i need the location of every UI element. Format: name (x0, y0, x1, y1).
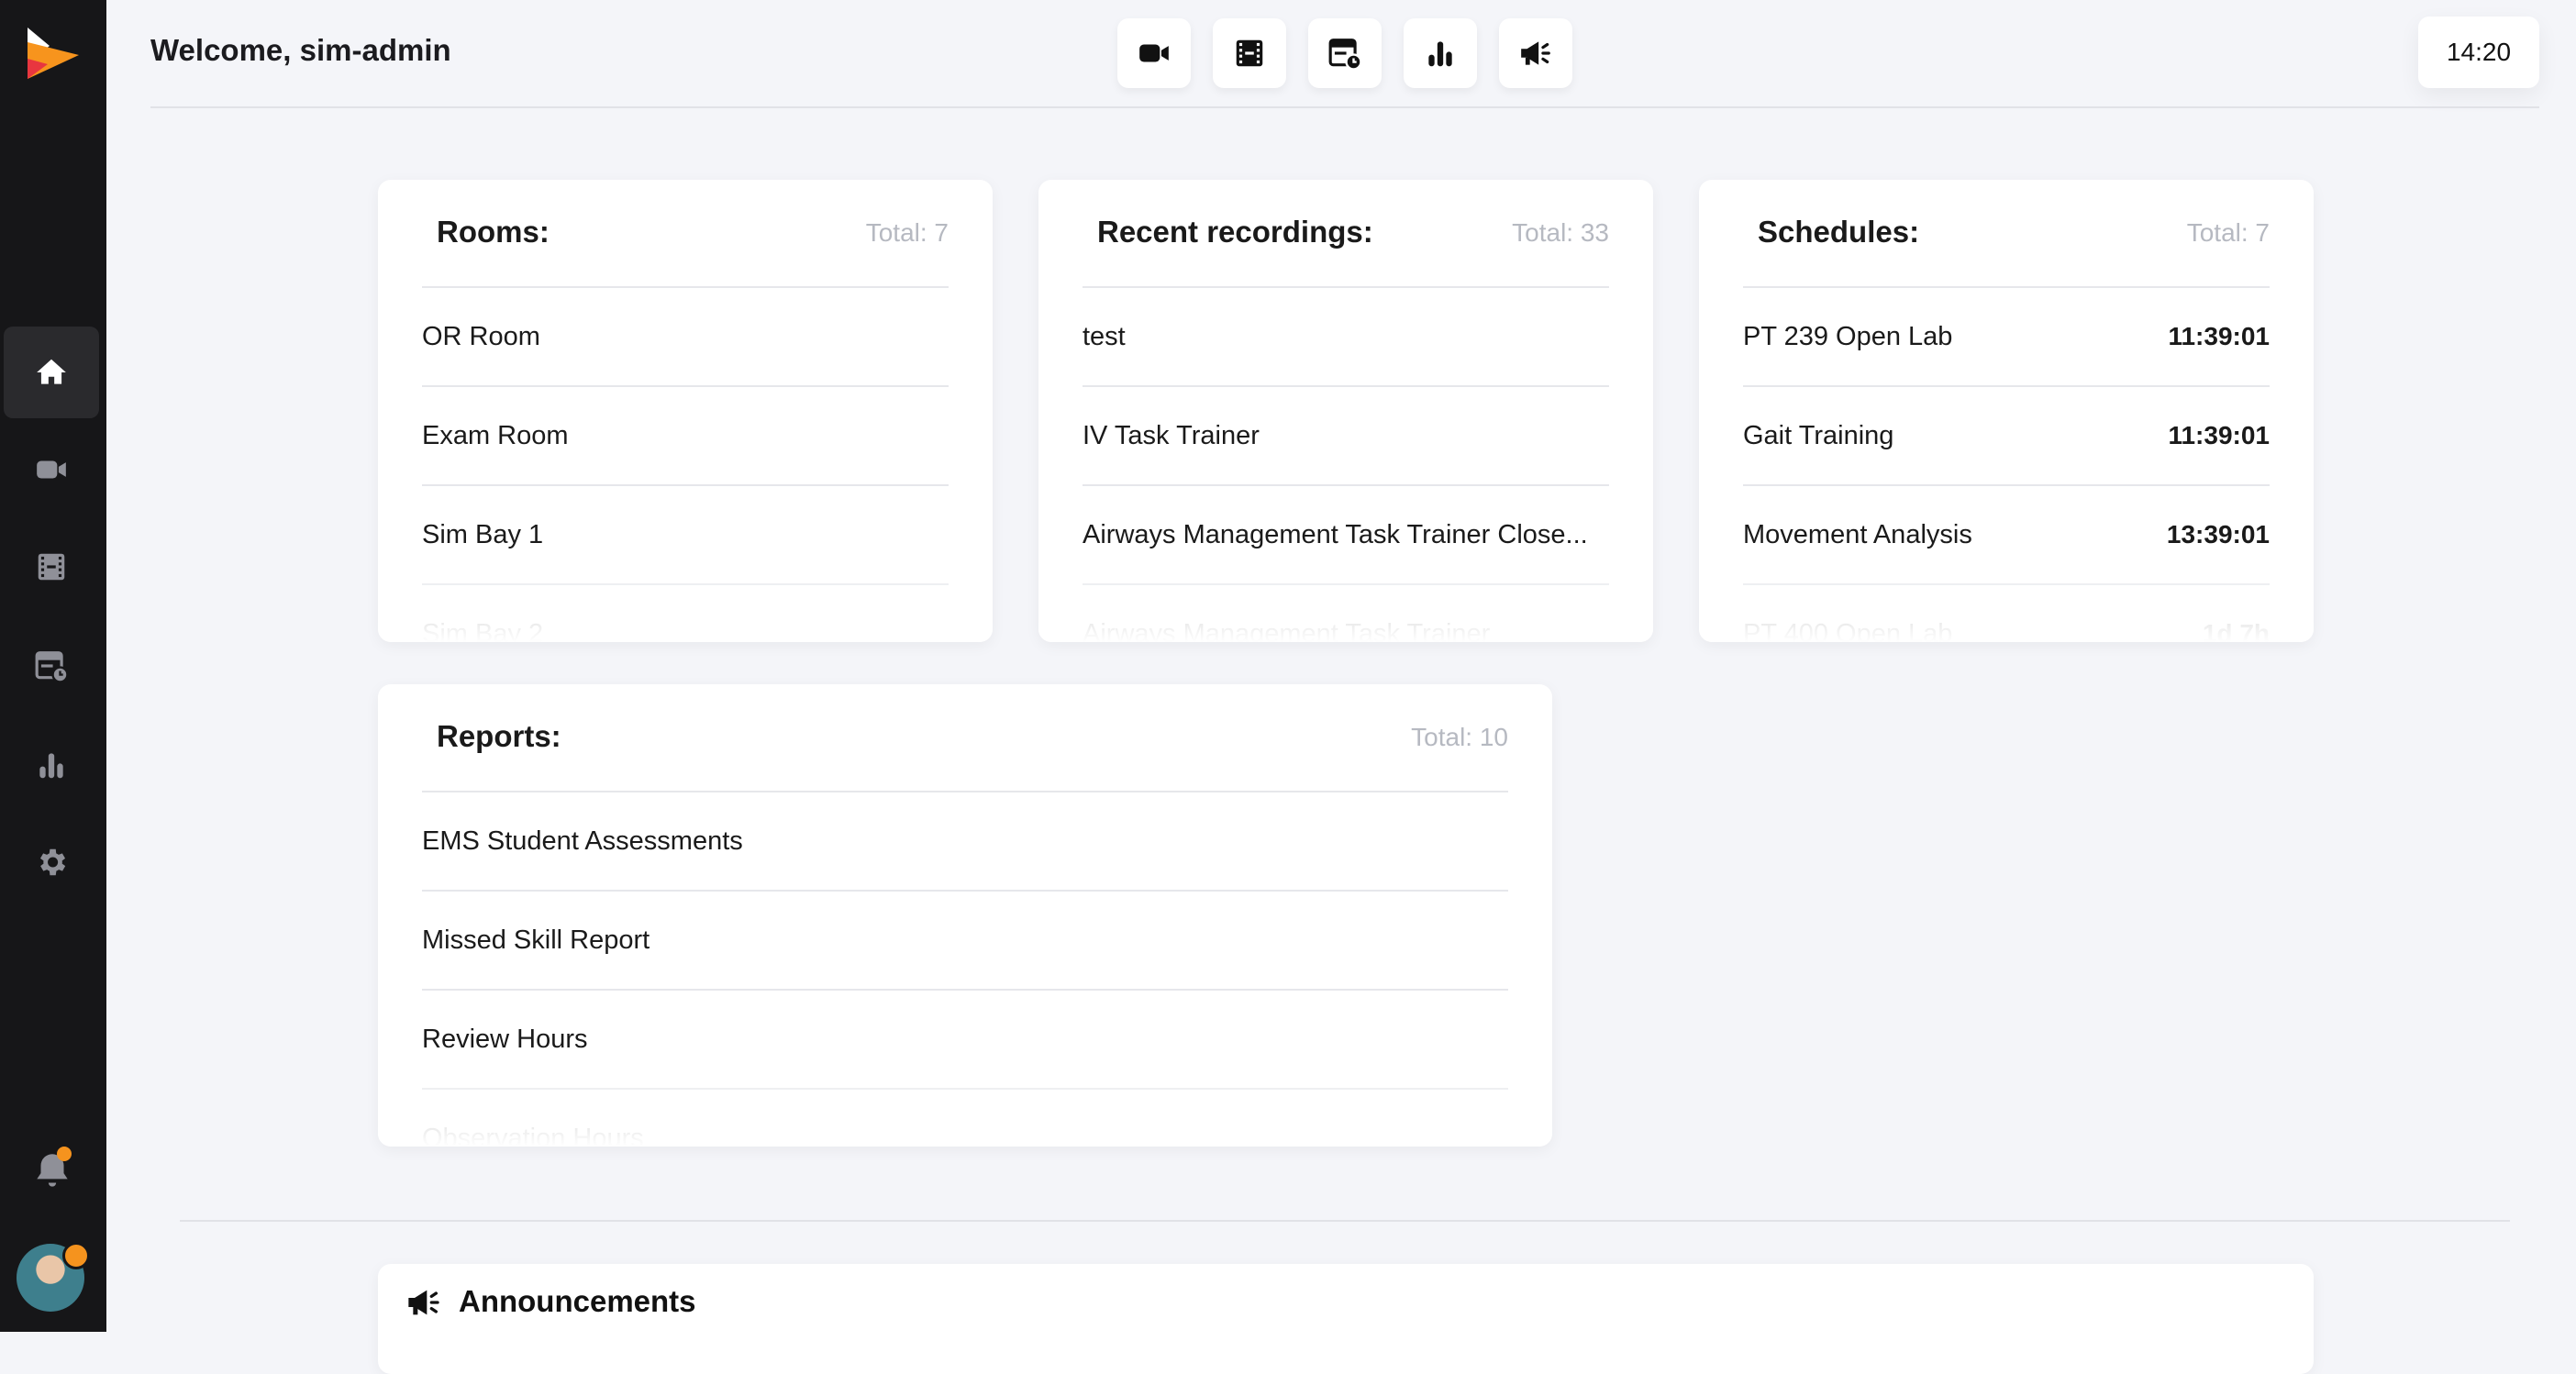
schedule-name: PT 239 Open Lab (1743, 321, 1953, 351)
sidebar-item-reports[interactable] (4, 719, 99, 811)
quick-announcements-button[interactable] (1499, 18, 1572, 88)
schedule-item[interactable]: PT 400 Open Lab 1d 7h (1743, 585, 2270, 643)
schedules-card: Schedules: Total: 7 PT 239 Open Lab 11:3… (1699, 180, 2314, 642)
rooms-title: Rooms: (437, 215, 550, 249)
video-camera-icon (37, 460, 66, 479)
quick-recordings-button[interactable] (1213, 18, 1286, 88)
room-item[interactable]: Sim Bay 2 (422, 585, 949, 643)
quick-schedules-button[interactable] (1308, 18, 1382, 88)
quick-video-button[interactable] (1117, 18, 1191, 88)
recording-item[interactable]: Airways Management Task Trainer (1083, 585, 1609, 643)
schedule-item[interactable]: Movement Analysis 13:39:01 (1743, 486, 2270, 585)
clock: 14:20 (2418, 17, 2539, 88)
schedule-icon (35, 651, 69, 683)
rooms-total: Total: 7 (865, 218, 949, 247)
recording-item[interactable]: test (1083, 288, 1609, 387)
avatar-status-badge (62, 1242, 90, 1269)
reports-title: Reports: (437, 719, 561, 753)
report-item[interactable]: Observation Hours (422, 1090, 1508, 1147)
notification-badge (57, 1147, 72, 1161)
schedule-time: 13:39:01 (2166, 520, 2270, 548)
rooms-card: Rooms: Total: 7 OR Room Exam Room Sim Ba… (378, 180, 993, 642)
schedule-icon (1328, 39, 1362, 71)
sidebar-item-settings[interactable] (4, 816, 99, 908)
recording-item[interactable]: IV Task Trainer (1083, 387, 1609, 486)
quick-toolbar (1117, 18, 1572, 88)
bar-chart-icon (39, 753, 63, 779)
gear-icon (39, 848, 66, 876)
schedules-card-header: Schedules: Total: 7 (1743, 180, 2270, 288)
home-icon (37, 359, 66, 384)
film-icon (38, 553, 65, 581)
header-divider (150, 106, 2539, 108)
schedule-name: PT 400 Open Lab (1743, 618, 1953, 643)
video-camera-icon (1139, 44, 1169, 62)
schedule-time: 11:39:01 (2168, 322, 2270, 350)
reports-card: Reports: Total: 10 EMS Student Assessmen… (378, 684, 1552, 1147)
page-title: Welcome, sim-admin (150, 33, 451, 67)
film-icon (1236, 39, 1263, 67)
schedule-name: Gait Training (1743, 420, 1894, 450)
recordings-card: Recent recordings: Total: 33 test IV Tas… (1038, 180, 1653, 642)
quick-reports-button[interactable] (1404, 18, 1477, 88)
schedule-time: 1d 7h (2202, 619, 2270, 642)
recording-item[interactable]: Airways Management Task Trainer Close... (1083, 486, 1609, 585)
announcements-title: Announcements (459, 1284, 696, 1318)
sidebar-item-home[interactable] (4, 327, 99, 418)
recordings-title: Recent recordings: (1097, 215, 1373, 249)
megaphone-icon (408, 1290, 439, 1315)
schedule-time: 11:39:01 (2168, 421, 2270, 449)
rooms-card-header: Rooms: Total: 7 (422, 180, 949, 288)
report-item[interactable]: Review Hours (422, 991, 1508, 1090)
announcements-card: Announcements (378, 1264, 2314, 1374)
sidebar-item-recordings[interactable] (4, 521, 99, 613)
bar-chart-icon (1428, 41, 1452, 67)
sidebar-item-video[interactable] (4, 424, 99, 515)
reports-total: Total: 10 (1411, 723, 1508, 751)
schedules-title: Schedules: (1758, 215, 1920, 249)
megaphone-icon (1521, 41, 1550, 65)
schedules-total: Total: 7 (2186, 218, 2270, 247)
report-item[interactable]: Missed Skill Report (422, 892, 1508, 991)
reports-card-header: Reports: Total: 10 (422, 684, 1508, 792)
schedule-name: Movement Analysis (1743, 519, 1972, 549)
room-item[interactable]: OR Room (422, 288, 949, 387)
section-divider (180, 1220, 2510, 1222)
app-logo-icon[interactable] (26, 26, 81, 81)
room-item[interactable]: Sim Bay 1 (422, 486, 949, 585)
sidebar-item-schedules[interactable] (4, 620, 99, 712)
report-item[interactable]: EMS Student Assessments (422, 792, 1508, 892)
schedule-item[interactable]: PT 239 Open Lab 11:39:01 (1743, 288, 2270, 387)
recordings-card-header: Recent recordings: Total: 33 (1083, 180, 1609, 288)
sidebar (0, 0, 106, 1332)
recordings-total: Total: 33 (1512, 218, 1609, 247)
schedule-item[interactable]: Gait Training 11:39:01 (1743, 387, 2270, 486)
room-item[interactable]: Exam Room (422, 387, 949, 486)
